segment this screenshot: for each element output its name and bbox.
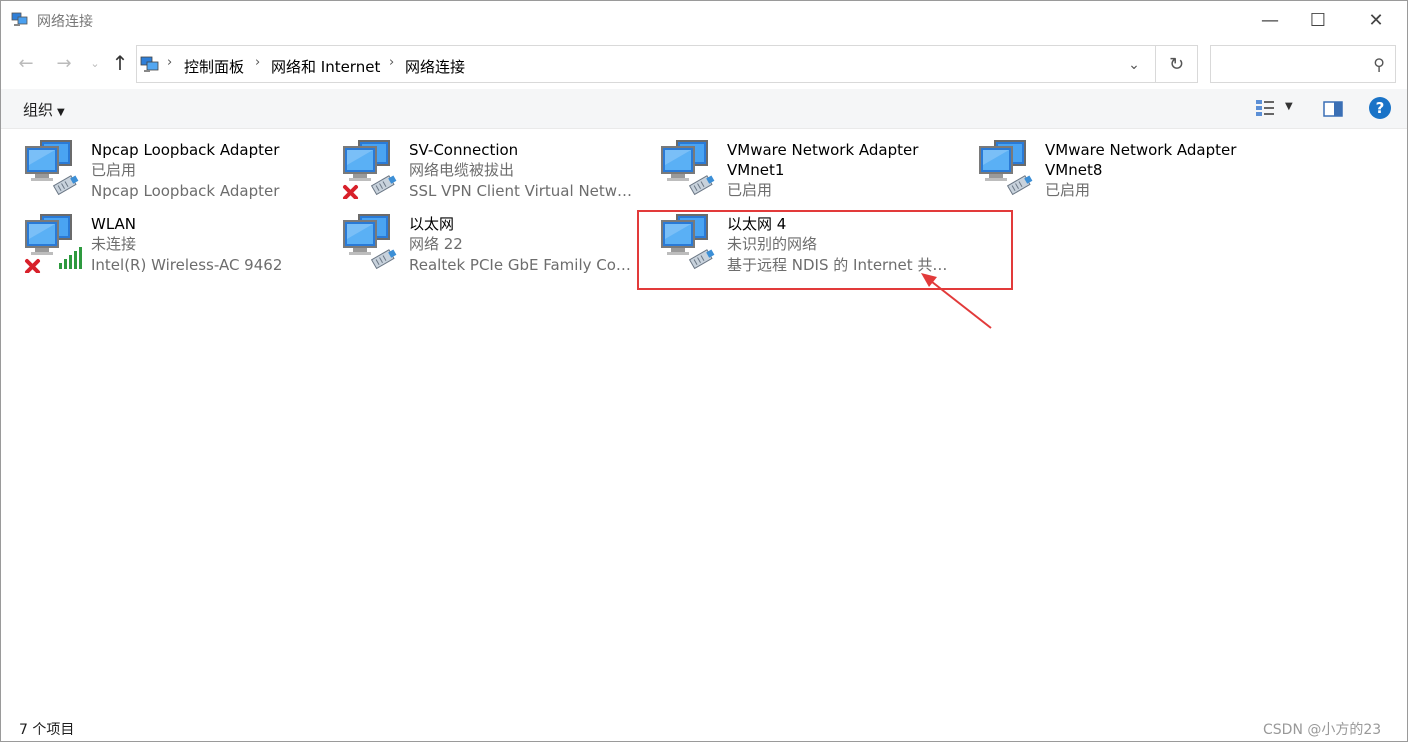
refresh-icon: ↻ [1168, 53, 1185, 75]
network-connections-icon [11, 12, 28, 26]
chevron-down-icon: ⌄ [1128, 57, 1140, 73]
title-bar: 网络连接 — ☐ ✕ [1, 1, 1407, 39]
connection-detail: 已启用 [1045, 181, 1091, 199]
search-input[interactable]: ⚲ [1210, 45, 1396, 83]
connection-text: 以太网网络 22 Realtek PCIe GbE Family Contr... [409, 214, 637, 276]
maximize-button[interactable]: ☐ [1295, 1, 1341, 39]
caret-down-icon[interactable]: ▼ [1285, 101, 1293, 112]
connection-name: VMware Network Adapter [727, 141, 919, 159]
help-icon[interactable]: ? [1369, 97, 1391, 119]
connection-name-continued: VMnet8 [1045, 161, 1103, 179]
item-count: 7 个项目 [19, 722, 75, 738]
connection-name: SV-Connection [409, 141, 519, 159]
close-icon: ✕ [1368, 9, 1384, 31]
connection-name: 以太网 [409, 215, 455, 233]
ethernet-adapter-icon [659, 137, 719, 199]
organize-label: 组织 [23, 101, 54, 119]
breadcrumb-network-connections[interactable]: 网络连接 [405, 56, 465, 77]
status-bar: 7 个项目 CSDN @小方的23 [1, 713, 1407, 742]
minimize-icon: — [1261, 9, 1279, 31]
connection-detail: 未连接 [91, 235, 137, 253]
chevron-down-icon: ⌄ [90, 56, 100, 70]
connection-detail: Intel(R) Wireless-AC 9462 [91, 256, 283, 274]
arrow-left-icon: ← [18, 52, 34, 74]
wifi-adapter-icon [23, 211, 83, 274]
minimize-button[interactable]: — [1247, 1, 1293, 39]
connection-item[interactable]: VMware Network Adapter VMnet8 已启用 [955, 129, 1273, 203]
organize-button[interactable]: 组织 ▼ [23, 99, 65, 120]
connection-item[interactable]: 以太网网络 22 Realtek PCIe GbE Family Contr... [319, 203, 637, 277]
connection-item[interactable]: Npcap Loopback Adapter 已启用 Npcap Loopback … [1, 129, 319, 203]
preview-pane-icon[interactable] [1323, 101, 1343, 117]
connection-name: VMware Network Adapter [1045, 141, 1237, 159]
annotation-arrow-icon [921, 273, 992, 329]
maximize-icon: ☐ [1309, 9, 1327, 31]
connection-detail: 已启用 [727, 181, 773, 199]
explorer-window: 网络连接 — ☐ ✕ ← → ⌄ ↑ › 控制面板 › 网络和 Internet… [0, 0, 1408, 742]
connection-item[interactable]: WLAN 未连接 Intel(R) Wireless-AC 9462 [1, 203, 319, 277]
up-button[interactable]: ↑ [109, 51, 131, 75]
connection-item[interactable]: SV-Connection 网络电缆被拔出 SSL VPN Client Virtu… [319, 129, 637, 203]
watermark: CSDN @小方的23 [1263, 722, 1382, 738]
connection-text: VMware Network Adapter VMnet8 已启用 [1045, 140, 1273, 201]
ethernet-adapter-icon [341, 211, 401, 273]
refresh-button[interactable]: ↻ [1156, 45, 1198, 83]
breadcrumb-control-panel[interactable]: 控制面板 [184, 56, 244, 77]
address-history-button[interactable]: ⌄ [1123, 54, 1145, 76]
connection-text: WLAN 未连接 Intel(R) Wireless-AC 9462 [91, 214, 319, 276]
connection-item[interactable]: VMware Network Adapter VMnet1 已启用 [637, 129, 955, 203]
connection-name: Npcap Loopback Adapter [91, 141, 280, 159]
search-icon: ⚲ [1373, 55, 1385, 74]
connection-text: Npcap Loopback Adapter 已启用 Npcap Loopback … [91, 140, 319, 202]
caret-down-icon: ▼ [57, 107, 65, 118]
connection-detail: 网络 22 [409, 235, 463, 253]
control-panel-icon [140, 56, 159, 72]
connection-detail: SSL VPN Client Virtual Networ... [409, 182, 637, 200]
ethernet-adapter-icon [341, 137, 401, 200]
connection-text: SV-Connection 网络电缆被拔出 SSL VPN Client Virtu… [409, 140, 637, 202]
address-row: ← → ⌄ ↑ › 控制面板 › 网络和 Internet › 网络连接 ⌄ ↻… [1, 43, 1407, 83]
arrow-up-icon: ↑ [111, 51, 129, 75]
window-title: 网络连接 [37, 14, 93, 30]
connection-detail: 网络电缆被拔出 [409, 161, 515, 179]
recent-locations-button[interactable]: ⌄ [84, 51, 106, 75]
connection-text: VMware Network Adapter VMnet1 已启用 [727, 140, 955, 201]
connection-detail: Realtek PCIe GbE Family Contr... [409, 256, 637, 274]
chevron-right-icon: › [167, 55, 173, 70]
connection-name: WLAN [91, 215, 137, 233]
ethernet-adapter-icon [977, 137, 1037, 199]
connection-detail: 已启用 [91, 161, 137, 179]
ethernet-adapter-icon [23, 137, 83, 199]
breadcrumb-network-internet[interactable]: 网络和 Internet [271, 56, 380, 77]
connection-detail: Npcap Loopback Adapter [91, 182, 280, 200]
address-bar[interactable]: › 控制面板 › 网络和 Internet › 网络连接 ⌄ [136, 45, 1156, 83]
back-button[interactable]: ← [15, 51, 37, 75]
connection-name-continued: VMnet1 [727, 161, 785, 179]
forward-button[interactable]: → [53, 51, 75, 75]
close-button[interactable]: ✕ [1353, 1, 1399, 39]
chevron-right-icon[interactable]: › [389, 55, 394, 70]
change-view-icon[interactable] [1255, 99, 1275, 117]
chevron-right-icon[interactable]: › [255, 55, 260, 70]
command-bar: 组织 ▼ ▼ ? [1, 89, 1407, 129]
arrow-right-icon: → [56, 52, 72, 74]
